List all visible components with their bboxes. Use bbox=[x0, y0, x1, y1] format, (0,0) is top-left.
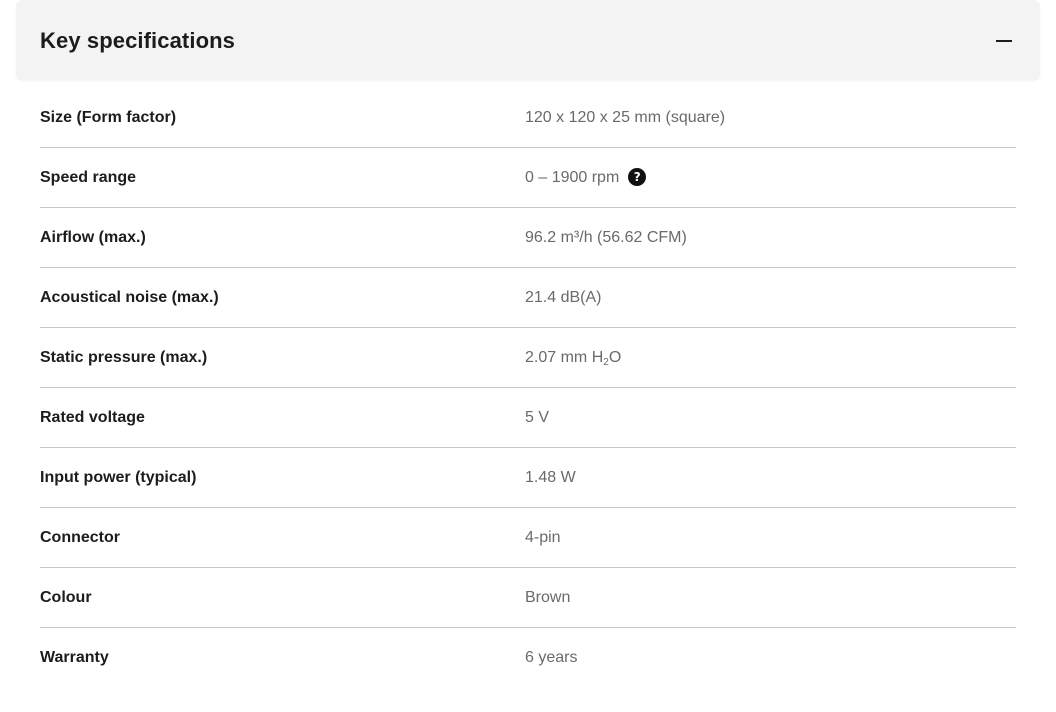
spec-row-colour: Colour Brown bbox=[40, 568, 1016, 628]
spec-value: 5 V bbox=[525, 409, 550, 426]
spec-label: Warranty bbox=[40, 649, 109, 666]
spec-value-suffix: O bbox=[608, 349, 622, 366]
spec-label: Colour bbox=[40, 589, 92, 606]
spec-table: Size (Form factor) 120 x 120 x 25 mm (sq… bbox=[40, 80, 1016, 688]
accordion-header[interactable]: Key specifications bbox=[16, 0, 1040, 80]
spec-label: Size (Form factor) bbox=[40, 109, 177, 126]
spec-label: Static pressure (max.) bbox=[40, 349, 208, 366]
spec-label: Speed range bbox=[40, 169, 137, 186]
spec-row-warranty: Warranty 6 years bbox=[40, 628, 1016, 688]
spec-row-rated-voltage: Rated voltage 5 V bbox=[40, 388, 1016, 448]
minus-icon bbox=[996, 40, 1012, 42]
collapse-button[interactable] bbox=[992, 30, 1016, 50]
spec-label: Acoustical noise (max.) bbox=[40, 289, 219, 306]
question-circle-icon[interactable]: ? bbox=[628, 168, 647, 186]
spec-row-size: Size (Form factor) 120 x 120 x 25 mm (sq… bbox=[40, 80, 1016, 148]
spec-value: 1.48 W bbox=[525, 469, 576, 486]
spec-value: 0 – 1900 rpm bbox=[525, 169, 620, 186]
spec-label: Airflow (max.) bbox=[40, 229, 146, 246]
spec-value: 120 x 120 x 25 mm (square) bbox=[525, 109, 726, 126]
spec-value: 6 years bbox=[525, 649, 578, 666]
spec-row-speed-range: Speed range 0 – 1900 rpm? bbox=[40, 148, 1016, 208]
spec-value-prefix: 2.07 mm H bbox=[525, 349, 604, 366]
spec-value: 21.4 dB(A) bbox=[525, 289, 602, 306]
spec-value: 96.2 m³/h (56.62 CFM) bbox=[525, 229, 687, 246]
spec-row-static-pressure: Static pressure (max.) 2.07 mm H2O bbox=[40, 328, 1016, 388]
spec-value: 4-pin bbox=[525, 529, 561, 546]
key-specifications-panel: Key specifications Size (Form factor) 12… bbox=[16, 0, 1040, 688]
spec-value-wrapper: 2.07 mm H2O bbox=[525, 328, 621, 388]
section-title: Key specifications bbox=[40, 28, 235, 53]
spec-label: Rated voltage bbox=[40, 409, 145, 426]
spec-row-airflow: Airflow (max.) 96.2 m³/h (56.62 CFM) bbox=[40, 208, 1016, 268]
spec-value-wrapper: 0 – 1900 rpm? bbox=[525, 148, 647, 208]
spec-label: Input power (typical) bbox=[40, 469, 197, 486]
spec-row-input-power: Input power (typical) 1.48 W bbox=[40, 448, 1016, 508]
spec-row-connector: Connector 4-pin bbox=[40, 508, 1016, 568]
spec-value: Brown bbox=[525, 589, 571, 606]
spec-row-acoustical-noise: Acoustical noise (max.) 21.4 dB(A) bbox=[40, 268, 1016, 328]
spec-label: Connector bbox=[40, 529, 120, 546]
